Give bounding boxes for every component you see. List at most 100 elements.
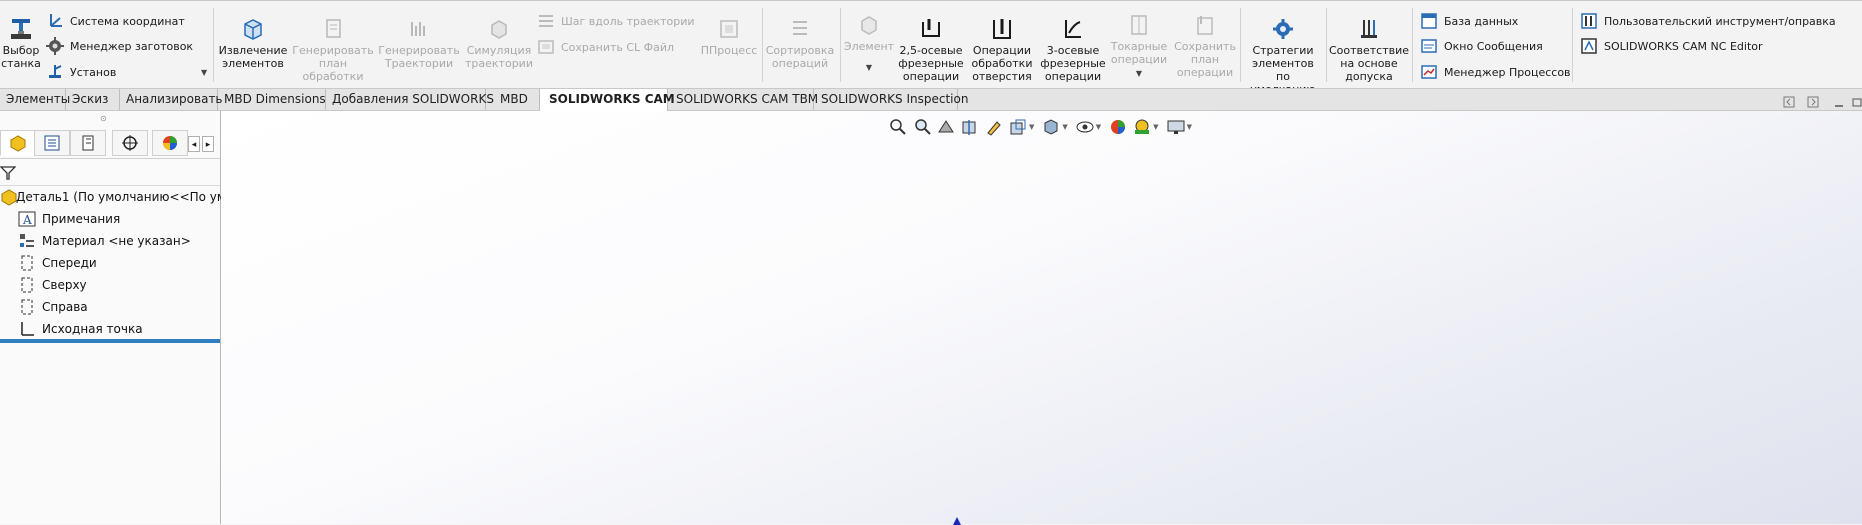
element-button[interactable]: Элемент ▼: [844, 12, 894, 72]
hide-show-dropdown-arrow-icon[interactable]: ▼: [1096, 123, 1101, 131]
tab-dimxpert-manager[interactable]: [112, 130, 148, 156]
hole-ops-button[interactable]: Операции обработки отверстия: [966, 16, 1038, 83]
save-plan-button[interactable]: Сохранить план операции: [1172, 12, 1238, 79]
coord-system-button[interactable]: Система координат: [46, 11, 185, 31]
setup-dropdown-arrow-icon[interactable]: ▼: [201, 68, 207, 77]
tab-solidworks-cam-tbm[interactable]: SOLIDWORKS CAM TBM: [668, 89, 818, 110]
restore-icon[interactable]: [1851, 96, 1862, 108]
machine-select-label: Выбор станка: [1, 44, 41, 70]
turn-ops-label: Токарные операции: [1110, 40, 1168, 66]
tab-mbd[interactable]: MBD: [486, 89, 540, 110]
process-manager-button[interactable]: Менеджер Процессов: [1420, 62, 1571, 82]
tree-item-origin[interactable]: Исходная точка: [18, 319, 143, 339]
tile-right-icon[interactable]: [1807, 96, 1819, 108]
sort-operations-label: Сортировка операций: [765, 44, 835, 70]
ribbon-separator: [762, 8, 763, 82]
tree-item-right-plane[interactable]: Справа: [18, 297, 88, 317]
tab-property-manager[interactable]: [34, 130, 70, 156]
ribbon-top-border: [0, 0, 1862, 1]
display-style-icon[interactable]: [1041, 117, 1061, 137]
tree-root-part[interactable]: Деталь1 (По умолчанию<<По умол: [0, 187, 241, 207]
process-manager-icon: [1421, 65, 1437, 79]
zoom-to-area-icon[interactable]: [912, 117, 932, 137]
extract-features-button[interactable]: Извлечение элементов: [218, 16, 288, 70]
apply-scene-dropdown-arrow-icon[interactable]: ▼: [1153, 123, 1158, 131]
configuration-manager-icon: [82, 135, 94, 151]
message-window-button[interactable]: Окно Сообщения: [1420, 36, 1543, 56]
tree-item-top-plane[interactable]: Сверху: [18, 275, 87, 295]
view-settings-icon[interactable]: [1166, 117, 1186, 137]
turn-ops-dropdown-arrow-icon[interactable]: ▼: [1136, 69, 1142, 78]
panel-tab-strip: ◂ ▸: [0, 130, 220, 159]
database-icon: [1421, 13, 1437, 29]
nc-editor-button[interactable]: SOLIDWORKS CAM NC Editor: [1580, 36, 1763, 56]
view-orientation-icon[interactable]: [1008, 117, 1028, 137]
view-orientation-dropdown-arrow-icon[interactable]: ▼: [1029, 123, 1034, 131]
panel-tabs-scroll-right-icon[interactable]: ▸: [202, 136, 214, 152]
element-dropdown-arrow-icon[interactable]: ▼: [866, 63, 872, 72]
machine-select-button[interactable]: Выбор станка: [1, 16, 41, 70]
tree-root-label: Деталь1 (По умолчанию<<По умол: [16, 190, 241, 204]
panel-collapse-icon[interactable]: ⊙: [100, 114, 107, 123]
tab-configuration-manager[interactable]: [70, 130, 106, 156]
tree-item-front-plane[interactable]: Спереди: [18, 253, 97, 273]
nc-editor-label: SOLIDWORKS CAM NC Editor: [1604, 39, 1763, 53]
panel-tabs-scroll-left-icon[interactable]: ◂: [188, 136, 200, 152]
minimize-icon[interactable]: [1833, 96, 1845, 108]
tolerance-based-label: Соответствие на основе допуска: [1328, 44, 1410, 83]
turn-ops-button[interactable]: Токарные операции ▼: [1108, 12, 1170, 78]
tab-feature-manager[interactable]: [0, 130, 36, 156]
simulate-toolpath-button[interactable]: Симуляция траектории: [464, 16, 534, 70]
tab-display-manager[interactable]: [152, 130, 188, 156]
tab-features[interactable]: Элементы: [0, 89, 70, 110]
tab-evaluate[interactable]: Анализировать: [120, 89, 223, 110]
step-through-button[interactable]: Шаг вдоль траектории: [537, 11, 695, 31]
tab-sketch[interactable]: Эскиз: [66, 89, 120, 110]
tab-mbd-dimensions[interactable]: MBD Dimensions: [218, 89, 326, 110]
machine-icon: [11, 19, 31, 39]
origin-icon: [21, 322, 34, 336]
tab-solidworks-inspection[interactable]: SOLIDWORKS Inspection: [814, 89, 968, 110]
user-tool-button[interactable]: Пользовательский инструмент/оправка: [1580, 11, 1836, 31]
tree-item-material[interactable]: Материал <не указан>: [18, 231, 191, 251]
mill-25-axis-button[interactable]: 2,5-осевые фрезерные операции: [898, 16, 964, 83]
save-cl-button[interactable]: Сохранить CL Файл: [537, 37, 674, 57]
hole-ops-icon: [993, 19, 1011, 39]
edit-appearance-icon[interactable]: [1108, 117, 1128, 137]
default-strategies-button[interactable]: Стратегии элементов по умолчанию: [1244, 16, 1322, 96]
tab-solidworks-addins[interactable]: Добавления SOLIDWORKS: [326, 89, 494, 110]
database-button[interactable]: База данных: [1420, 11, 1518, 31]
rollback-bar[interactable]: [0, 339, 220, 343]
tile-left-icon[interactable]: [1783, 96, 1795, 108]
stock-manager-button[interactable]: Менеджер заготовок: [46, 36, 193, 56]
property-manager-icon: [44, 135, 60, 151]
dynamic-annotation-icon[interactable]: [984, 117, 1004, 137]
section-view-icon[interactable]: [960, 117, 980, 137]
mill-3-axis-button[interactable]: 3-осевые фрезерные операции: [1040, 16, 1106, 83]
apply-scene-icon[interactable]: [1132, 117, 1152, 137]
generate-toolpath-button[interactable]: Генерировать Траектории: [378, 16, 460, 70]
generate-plan-button[interactable]: Генерировать план обработки: [292, 16, 374, 83]
setup-button[interactable]: Установ: [46, 62, 116, 82]
generate-toolpath-label: Генерировать Траектории: [378, 44, 460, 70]
tree-item-annotations[interactable]: A Примечания: [18, 209, 120, 229]
graphics-area[interactable]: ▼ ▼ ▼ ▼ ▼: [221, 111, 1862, 525]
plane-icon: [21, 277, 33, 293]
tree-filter-bar: [0, 161, 220, 186]
tolerance-based-button[interactable]: Соответствие на основе допуска: [1328, 16, 1410, 83]
sort-operations-button[interactable]: Сортировка операций: [764, 16, 836, 70]
coord-system-label: Система координат: [70, 14, 185, 28]
hide-show-items-icon[interactable]: [1075, 117, 1095, 137]
tab-solidworks-cam[interactable]: SOLIDWORKS CAM: [540, 89, 675, 111]
filter-icon[interactable]: [0, 165, 16, 181]
display-style-dropdown-arrow-icon[interactable]: ▼: [1062, 123, 1067, 131]
strategies-gear-icon: [1273, 19, 1293, 39]
previous-view-icon[interactable]: [936, 117, 956, 137]
simulate-toolpath-label: Симуляция траектории: [465, 44, 533, 70]
zoom-to-fit-icon[interactable]: [888, 117, 908, 137]
extract-features-icon: [244, 19, 262, 40]
save-plan-icon: [1197, 16, 1213, 35]
element-label: Элемент: [843, 40, 895, 53]
post-process-button[interactable]: ППроцесс: [700, 16, 758, 57]
view-settings-dropdown-arrow-icon[interactable]: ▼: [1187, 123, 1192, 131]
